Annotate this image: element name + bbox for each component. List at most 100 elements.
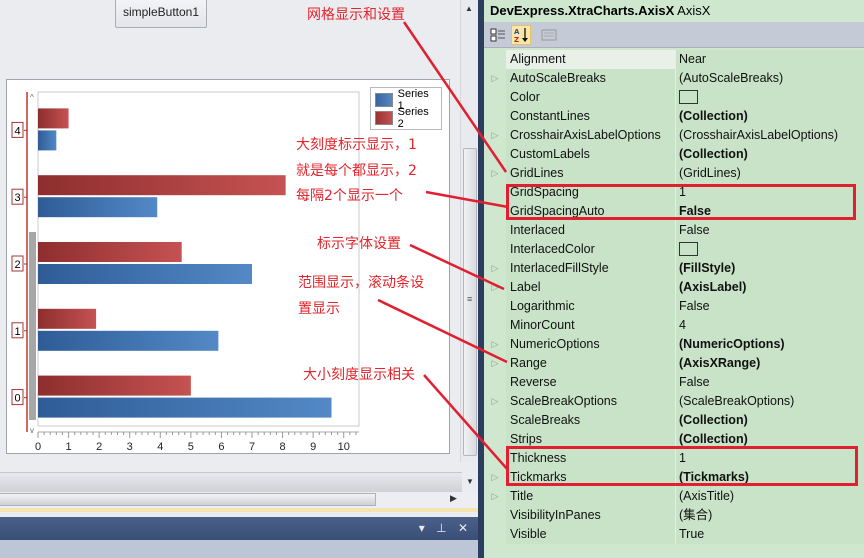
property-value[interactable]: (AxisTitle) (676, 487, 864, 506)
expand-arrow-icon[interactable]: ▷ (484, 392, 506, 411)
property-name[interactable]: Interlaced (506, 221, 676, 240)
property-name[interactable]: Strips (506, 430, 676, 449)
property-row-reverse[interactable]: Reverse False (484, 373, 864, 392)
property-name[interactable]: Thickness (506, 449, 676, 468)
color-swatch[interactable] (679, 89, 698, 104)
property-value[interactable]: (FillStyle) (676, 259, 864, 278)
alphabetical-view-button[interactable]: AZ (511, 25, 531, 45)
expand-arrow-icon[interactable]: ▷ (484, 354, 506, 373)
scroll-right-arrow-icon[interactable]: ▶ (450, 493, 457, 504)
designer-vertical-scrollbar[interactable]: ▲ ≡ (460, 0, 478, 462)
property-value[interactable]: False (676, 202, 864, 221)
property-value[interactable]: True (676, 525, 864, 544)
property-row-gridspacing[interactable]: GridSpacing 1 (484, 183, 864, 202)
property-value[interactable]: (Collection) (676, 107, 864, 126)
property-value[interactable]: False (676, 373, 864, 392)
property-value[interactable]: Near (676, 50, 864, 69)
property-name[interactable]: Range (506, 354, 676, 373)
property-row-customlabels[interactable]: CustomLabels (Collection) (484, 145, 864, 164)
property-value[interactable]: 1 (676, 183, 864, 202)
property-row-logarithmic[interactable]: Logarithmic False (484, 297, 864, 316)
property-name[interactable]: ScaleBreakOptions (506, 392, 676, 411)
scroll-up-arrow-icon[interactable]: ▲ (465, 4, 473, 13)
property-value[interactable]: (CrosshairAxisLabelOptions) (676, 126, 864, 145)
property-row-scalebreaks[interactable]: ScaleBreaks (Collection) (484, 411, 864, 430)
designer-horizontal-scrollbar[interactable]: ▶ (0, 492, 478, 508)
property-name[interactable]: Reverse (506, 373, 676, 392)
property-row-constantlines[interactable]: ConstantLines (Collection) (484, 107, 864, 126)
property-value[interactable]: (Collection) (676, 430, 864, 449)
property-value[interactable]: False (676, 221, 864, 240)
property-name[interactable]: InterlacedFillStyle (506, 259, 676, 278)
property-value[interactable]: (NumericOptions) (676, 335, 864, 354)
property-name[interactable]: Logarithmic (506, 297, 676, 316)
property-name[interactable]: NumericOptions (506, 335, 676, 354)
property-row-numericoptions[interactable]: ▷ NumericOptions (NumericOptions) (484, 335, 864, 354)
expand-arrow-icon[interactable]: ▷ (484, 278, 506, 297)
property-row-gridlines[interactable]: ▷ GridLines (GridLines) (484, 164, 864, 183)
property-name[interactable]: Visible (506, 525, 676, 544)
property-row-visibilityinpanes[interactable]: VisibilityInPanes (集合) (484, 506, 864, 525)
property-name[interactable]: Tickmarks (506, 468, 676, 487)
property-value[interactable]: (AxisXRange) (676, 354, 864, 373)
chart-control[interactable]: ^ v 0 1 2 3 4 0 1 2 3 4 5 6 7 8 9 10 Series 1 Series 2 (6, 79, 450, 454)
property-row-crosshairaxislabeloptions[interactable]: ▷ CrosshairAxisLabelOptions (CrosshairAxis… (484, 126, 864, 145)
property-name[interactable]: VisibilityInPanes (506, 506, 676, 525)
property-name[interactable]: CustomLabels (506, 145, 676, 164)
property-name[interactable]: Color (506, 88, 676, 107)
property-name[interactable]: ScaleBreaks (506, 411, 676, 430)
property-name[interactable]: InterlacedColor (506, 240, 676, 259)
property-row-label[interactable]: ▷ Label (AxisLabel) (484, 278, 864, 297)
scroll-down-arrow-icon[interactable]: ▼ (466, 477, 474, 486)
property-row-thickness[interactable]: Thickness 1 (484, 449, 864, 468)
property-row-visible[interactable]: Visible True (484, 525, 864, 544)
property-row-alignment[interactable]: Alignment Near (484, 50, 864, 69)
property-row-scalebreakoptions[interactable]: ▷ ScaleBreakOptions (ScaleBreakOptions) (484, 392, 864, 411)
property-value[interactable]: (AxisLabel) (676, 278, 864, 297)
property-value[interactable] (676, 240, 864, 259)
property-row-autoscalebreaks[interactable]: ▷ AutoScaleBreaks (AutoScaleBreaks) (484, 69, 864, 88)
h-scroll-thumb[interactable] (0, 493, 376, 506)
property-row-interlacedfillstyle[interactable]: ▷ InterlacedFillStyle (FillStyle) (484, 259, 864, 278)
property-name[interactable]: Alignment (506, 50, 676, 69)
property-row-title[interactable]: ▷ Title (AxisTitle) (484, 487, 864, 506)
property-value[interactable]: (Collection) (676, 145, 864, 164)
property-row-gridspacingauto[interactable]: GridSpacingAuto False (484, 202, 864, 221)
property-row-interlaced[interactable]: Interlaced False (484, 221, 864, 240)
expand-arrow-icon[interactable]: ▷ (484, 164, 506, 183)
expand-arrow-icon[interactable]: ▷ (484, 259, 506, 278)
property-row-strips[interactable]: Strips (Collection) (484, 430, 864, 449)
property-name[interactable]: GridLines (506, 164, 676, 183)
property-row-color[interactable]: Color (484, 88, 864, 107)
property-value[interactable]: (ScaleBreakOptions) (676, 392, 864, 411)
property-name[interactable]: MinorCount (506, 316, 676, 335)
property-name[interactable]: Title (506, 487, 676, 506)
simple-button[interactable]: simpleButton1 (115, 0, 207, 28)
property-name[interactable]: Label (506, 278, 676, 297)
property-value[interactable]: (集合) (676, 506, 864, 525)
expand-arrow-icon[interactable]: ▷ (484, 126, 506, 145)
property-row-tickmarks[interactable]: ▷ Tickmarks (Tickmarks) (484, 468, 864, 487)
property-value[interactable]: (Collection) (676, 411, 864, 430)
property-name[interactable]: CrosshairAxisLabelOptions (506, 126, 676, 145)
property-row-range[interactable]: ▷ Range (AxisXRange) (484, 354, 864, 373)
property-row-interlacedcolor[interactable]: InterlacedColor (484, 240, 864, 259)
property-value[interactable]: (AutoScaleBreaks) (676, 69, 864, 88)
categorized-view-button[interactable] (488, 25, 508, 45)
property-pages-button[interactable] (539, 25, 559, 45)
property-value[interactable]: (Tickmarks) (676, 468, 864, 487)
property-name[interactable]: GridSpacingAuto (506, 202, 676, 221)
color-swatch[interactable] (679, 241, 698, 256)
expand-arrow-icon[interactable]: ▷ (484, 468, 506, 487)
property-value[interactable]: 4 (676, 316, 864, 335)
dock-panel-controls[interactable]: ▾ ⊥ ✕ (419, 521, 472, 535)
expand-arrow-icon[interactable]: ▷ (484, 69, 506, 88)
property-name[interactable]: ConstantLines (506, 107, 676, 126)
expand-arrow-icon[interactable]: ▷ (484, 487, 506, 506)
property-value[interactable]: 1 (676, 449, 864, 468)
property-name[interactable]: GridSpacing (506, 183, 676, 202)
expand-arrow-icon[interactable]: ▷ (484, 335, 506, 354)
property-value[interactable]: (GridLines) (676, 164, 864, 183)
property-row-minorcount[interactable]: MinorCount 4 (484, 316, 864, 335)
property-name[interactable]: AutoScaleBreaks (506, 69, 676, 88)
